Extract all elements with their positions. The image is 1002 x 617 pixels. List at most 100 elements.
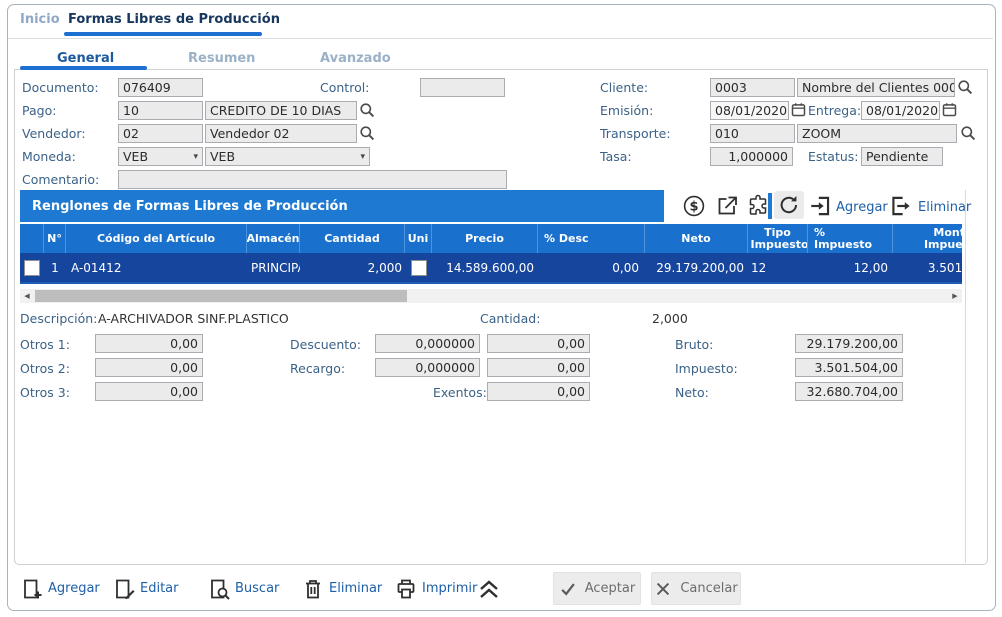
- app-screen: Inicio Formas Libres de Producción Gener…: [0, 0, 1002, 617]
- emision-date-input[interactable]: 08/01/2020: [710, 101, 789, 120]
- grid-header-pct-impuesto: % Impuesto: [814, 227, 870, 251]
- descuento-pct-input[interactable]: 0,000000: [375, 334, 480, 353]
- otros3-label: Otros 3:: [20, 385, 70, 400]
- bruto-label: Bruto:: [675, 337, 713, 352]
- tasa-input[interactable]: 1,000000: [710, 147, 793, 166]
- aceptar-button[interactable]: Aceptar: [553, 572, 641, 605]
- open-external-icon[interactable]: [715, 194, 739, 218]
- subtab-resumen[interactable]: Resumen: [188, 51, 255, 66]
- cliente-name-input[interactable]: Nombre del Clientes 0003: [797, 78, 955, 97]
- impuesto-input[interactable]: 3.501.504,00: [795, 358, 903, 377]
- grid-horizontal-scrollbar[interactable]: ◀ ▶: [20, 289, 962, 303]
- scrollbar-thumb[interactable]: [35, 290, 407, 302]
- vendedor-code-input[interactable]: 02: [118, 124, 203, 143]
- grid-row-selected[interactable]: 1 A-01412 PRINCIPAL 2,000 14.589.600,00 …: [20, 253, 962, 284]
- grid-header-select: [20, 224, 44, 253]
- recargo-pct-input[interactable]: 0,000000: [375, 358, 480, 377]
- documento-input[interactable]: 076409: [118, 78, 203, 97]
- moneda-label: Moneda:: [22, 149, 76, 164]
- comentario-label: Comentario:: [22, 172, 99, 187]
- descuento-monto-input[interactable]: 0,00: [487, 334, 590, 353]
- cancelar-label: Cancelar: [680, 581, 737, 596]
- cell-uni-checkbox[interactable]: [411, 260, 427, 276]
- toolbar-imprimir-button[interactable]: Imprimir: [422, 581, 477, 596]
- comentario-input[interactable]: [118, 170, 507, 189]
- descripcion-value: A-ARCHIVADOR SINF.PLASTICO: [98, 311, 289, 326]
- control-input[interactable]: [420, 78, 505, 97]
- subtab-general[interactable]: General: [57, 51, 114, 66]
- transporte-search-icon[interactable]: [960, 125, 976, 141]
- neto-input[interactable]: 32.680.704,00: [795, 382, 903, 401]
- add-document-icon[interactable]: [20, 577, 44, 601]
- grid-header-tipo-impuesto: Tipo Impuesto: [751, 227, 805, 251]
- moneda-select-2[interactable]: VEB ▾: [205, 147, 370, 166]
- collapse-toolbar-icon[interactable]: [477, 579, 501, 599]
- cancelar-button[interactable]: Cancelar: [651, 572, 741, 605]
- moneda-select-1-value: VEB: [123, 149, 148, 164]
- vendedor-search-icon[interactable]: [359, 125, 375, 141]
- cliente-code-input[interactable]: 0003: [710, 78, 795, 97]
- grid-header-n: N°: [44, 224, 66, 253]
- search-document-icon[interactable]: [207, 577, 231, 601]
- row-select-checkbox[interactable]: [24, 260, 40, 276]
- pago-code-input[interactable]: 10: [118, 101, 203, 120]
- exentos-input[interactable]: 0,00: [487, 382, 590, 401]
- toolbar-eliminar-button[interactable]: Eliminar: [329, 581, 382, 596]
- cell-pct-impuesto: 12,00: [808, 253, 893, 282]
- control-label: Control:: [320, 80, 369, 95]
- otros3-input[interactable]: 0,00: [95, 382, 203, 401]
- grid-header-precio: Precio: [432, 224, 538, 253]
- toolbar-agregar-button[interactable]: Agregar: [48, 581, 100, 596]
- emision-label: Emisión:: [600, 103, 653, 118]
- grid-header-row: N° Código del Artículo Almacén Cantidad …: [20, 224, 962, 253]
- detail-cantidad-label: Cantidad:: [480, 311, 540, 326]
- recargo-monto-input[interactable]: 0,00: [487, 358, 590, 377]
- grid-title: Renglones de Formas Libres de Producción: [32, 199, 348, 214]
- grid-header-desc: % Desc: [538, 224, 645, 253]
- plugin-puzzle-icon[interactable]: [746, 194, 770, 218]
- edit-document-icon[interactable]: [112, 577, 136, 601]
- grid-agregar-button[interactable]: Agregar: [836, 200, 888, 215]
- otros2-input[interactable]: 0,00: [95, 358, 203, 377]
- subtab-avanzado[interactable]: Avanzado: [320, 51, 391, 66]
- grid: N° Código del Artículo Almacén Cantidad …: [20, 224, 962, 284]
- trash-icon[interactable]: [301, 577, 325, 601]
- entrega-calendar-icon[interactable]: [942, 102, 957, 117]
- pago-search-icon[interactable]: [359, 102, 375, 118]
- transporte-name-input[interactable]: ZOOM: [797, 124, 957, 143]
- scroll-right-icon[interactable]: ▶: [948, 289, 962, 303]
- grid-eliminar-button[interactable]: Eliminar: [918, 200, 971, 215]
- moneda-select-2-value: VEB: [210, 149, 235, 164]
- otros1-input[interactable]: 0,00: [95, 334, 203, 353]
- transporte-code-input[interactable]: 010: [710, 124, 795, 143]
- cell-monto-impuesto: 3.501.504,00: [893, 253, 962, 282]
- emision-calendar-icon[interactable]: [791, 102, 806, 117]
- tab-formas-libres[interactable]: Formas Libres de Producción: [68, 12, 280, 27]
- add-row-icon[interactable]: [808, 193, 834, 219]
- vendedor-name-input[interactable]: Vendedor 02: [205, 124, 357, 143]
- entrega-date-input[interactable]: 08/01/2020: [861, 101, 940, 120]
- tab-inicio[interactable]: Inicio: [20, 12, 60, 27]
- aceptar-label: Aceptar: [585, 581, 635, 596]
- currency-icon[interactable]: $: [682, 194, 706, 218]
- cell-n: 1: [44, 253, 66, 282]
- documento-label: Documento:: [22, 80, 99, 95]
- refresh-button[interactable]: [774, 191, 804, 219]
- cliente-search-icon[interactable]: [957, 79, 973, 95]
- grid-header-codigo: Código del Artículo: [66, 224, 247, 253]
- exentos-label: Exentos:: [433, 385, 487, 400]
- moneda-select-1[interactable]: VEB ▾: [118, 147, 203, 166]
- pago-name-input[interactable]: CREDITO DE 10 DIAS: [205, 101, 357, 120]
- toolbar-editar-button[interactable]: Editar: [140, 581, 179, 596]
- remove-row-icon[interactable]: [888, 193, 914, 219]
- estatus-input[interactable]: Pendiente: [861, 147, 943, 166]
- printer-icon[interactable]: [394, 577, 418, 601]
- cell-desc: 0,00: [538, 253, 645, 282]
- toolbar-buscar-button[interactable]: Buscar: [235, 581, 279, 596]
- cell-precio: 14.589.600,00: [432, 253, 538, 282]
- bruto-input[interactable]: 29.179.200,00: [795, 334, 903, 353]
- recargo-label: Recargo:: [290, 361, 345, 376]
- refresh-icon: [777, 193, 801, 217]
- actions-separator: [768, 193, 772, 219]
- scroll-left-icon[interactable]: ◀: [20, 289, 34, 303]
